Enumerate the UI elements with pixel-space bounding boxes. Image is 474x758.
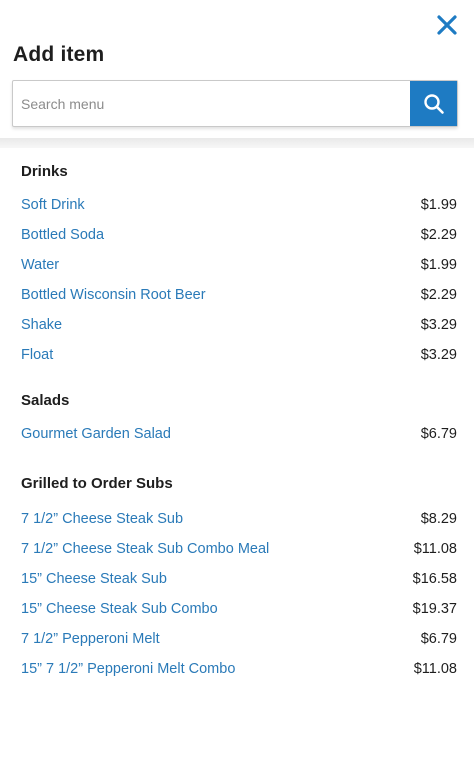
- menu-item[interactable]: Float $3.29: [0, 340, 474, 370]
- item-price: $1.99: [420, 257, 457, 273]
- item-name: Bottled Soda: [21, 227, 105, 243]
- item-name: 15” 7 1/2” Pepperoni Melt Combo: [21, 661, 236, 677]
- menu-item[interactable]: Bottled Soda $2.29: [0, 220, 474, 250]
- item-name: Shake: [21, 317, 63, 333]
- item-price: $6.79: [420, 631, 457, 647]
- menu-item[interactable]: 15” Cheese Steak Sub Combo $19.37: [0, 594, 474, 624]
- menu-item[interactable]: 7 1/2” Pepperoni Melt $6.79: [0, 624, 474, 654]
- item-name: Soft Drink: [21, 197, 85, 213]
- item-price: $16.58: [412, 571, 457, 587]
- item-price: $3.29: [420, 347, 457, 363]
- item-name: 7 1/2” Cheese Steak Sub Combo Meal: [21, 541, 270, 557]
- item-price: $11.08: [413, 661, 457, 677]
- menu-item[interactable]: 15” Cheese Steak Sub $16.58: [0, 564, 474, 594]
- menu-item[interactable]: 7 1/2” Cheese Steak Sub Combo Meal $11.0…: [0, 534, 474, 564]
- menu-list: Drinks Soft Drink $1.99 Bottled Soda $2.…: [0, 148, 474, 684]
- menu-item[interactable]: 7 1/2” Cheese Steak Sub $8.29: [0, 504, 474, 534]
- search-button[interactable]: [410, 81, 457, 126]
- section-title: Salads: [21, 392, 70, 409]
- item-name: Float: [21, 347, 54, 363]
- item-price: $3.29: [420, 317, 457, 333]
- item-price: $1.99: [420, 197, 457, 213]
- search-icon: [423, 93, 444, 114]
- item-price: $2.29: [420, 227, 457, 243]
- item-price: $11.08: [413, 541, 457, 557]
- item-name: Bottled Wisconsin Root Beer: [21, 287, 206, 303]
- item-price: $6.79: [420, 426, 457, 442]
- item-price: $2.29: [420, 287, 457, 303]
- menu-item[interactable]: 15” 7 1/2” Pepperoni Melt Combo $11.08: [0, 654, 474, 684]
- section-title: Drinks: [21, 163, 68, 180]
- menu-item[interactable]: Bottled Wisconsin Root Beer $2.29: [0, 280, 474, 310]
- menu-item[interactable]: Shake $3.29: [0, 310, 474, 340]
- item-name: Gourmet Garden Salad: [21, 426, 171, 442]
- menu-section: Drinks Soft Drink $1.99 Bottled Soda $2.…: [0, 148, 474, 370]
- menu-item[interactable]: Water $1.99: [0, 250, 474, 280]
- item-name: 7 1/2” Cheese Steak Sub: [21, 511, 184, 527]
- header-divider: [0, 138, 474, 148]
- menu-section: Grilled to Order Subs 7 1/2” Cheese Stea…: [0, 449, 474, 684]
- item-name: 7 1/2” Pepperoni Melt: [21, 631, 160, 647]
- menu-item[interactable]: Soft Drink $1.99: [0, 190, 474, 220]
- menu-section: Salads Gourmet Garden Salad $6.79: [0, 370, 474, 449]
- section-title: Grilled to Order Subs: [21, 475, 173, 492]
- item-name: 15” Cheese Steak Sub Combo: [21, 601, 218, 617]
- item-name: Water: [21, 257, 60, 273]
- search-bar: [12, 80, 458, 127]
- item-price: $8.29: [420, 511, 457, 527]
- close-icon: [437, 15, 457, 35]
- search-input[interactable]: [13, 81, 410, 126]
- menu-item[interactable]: Gourmet Garden Salad $6.79: [0, 419, 474, 449]
- close-button[interactable]: [434, 12, 460, 38]
- page-title: Add item: [13, 43, 105, 66]
- item-name: 15” Cheese Steak Sub: [21, 571, 167, 587]
- item-price: $19.37: [412, 601, 457, 617]
